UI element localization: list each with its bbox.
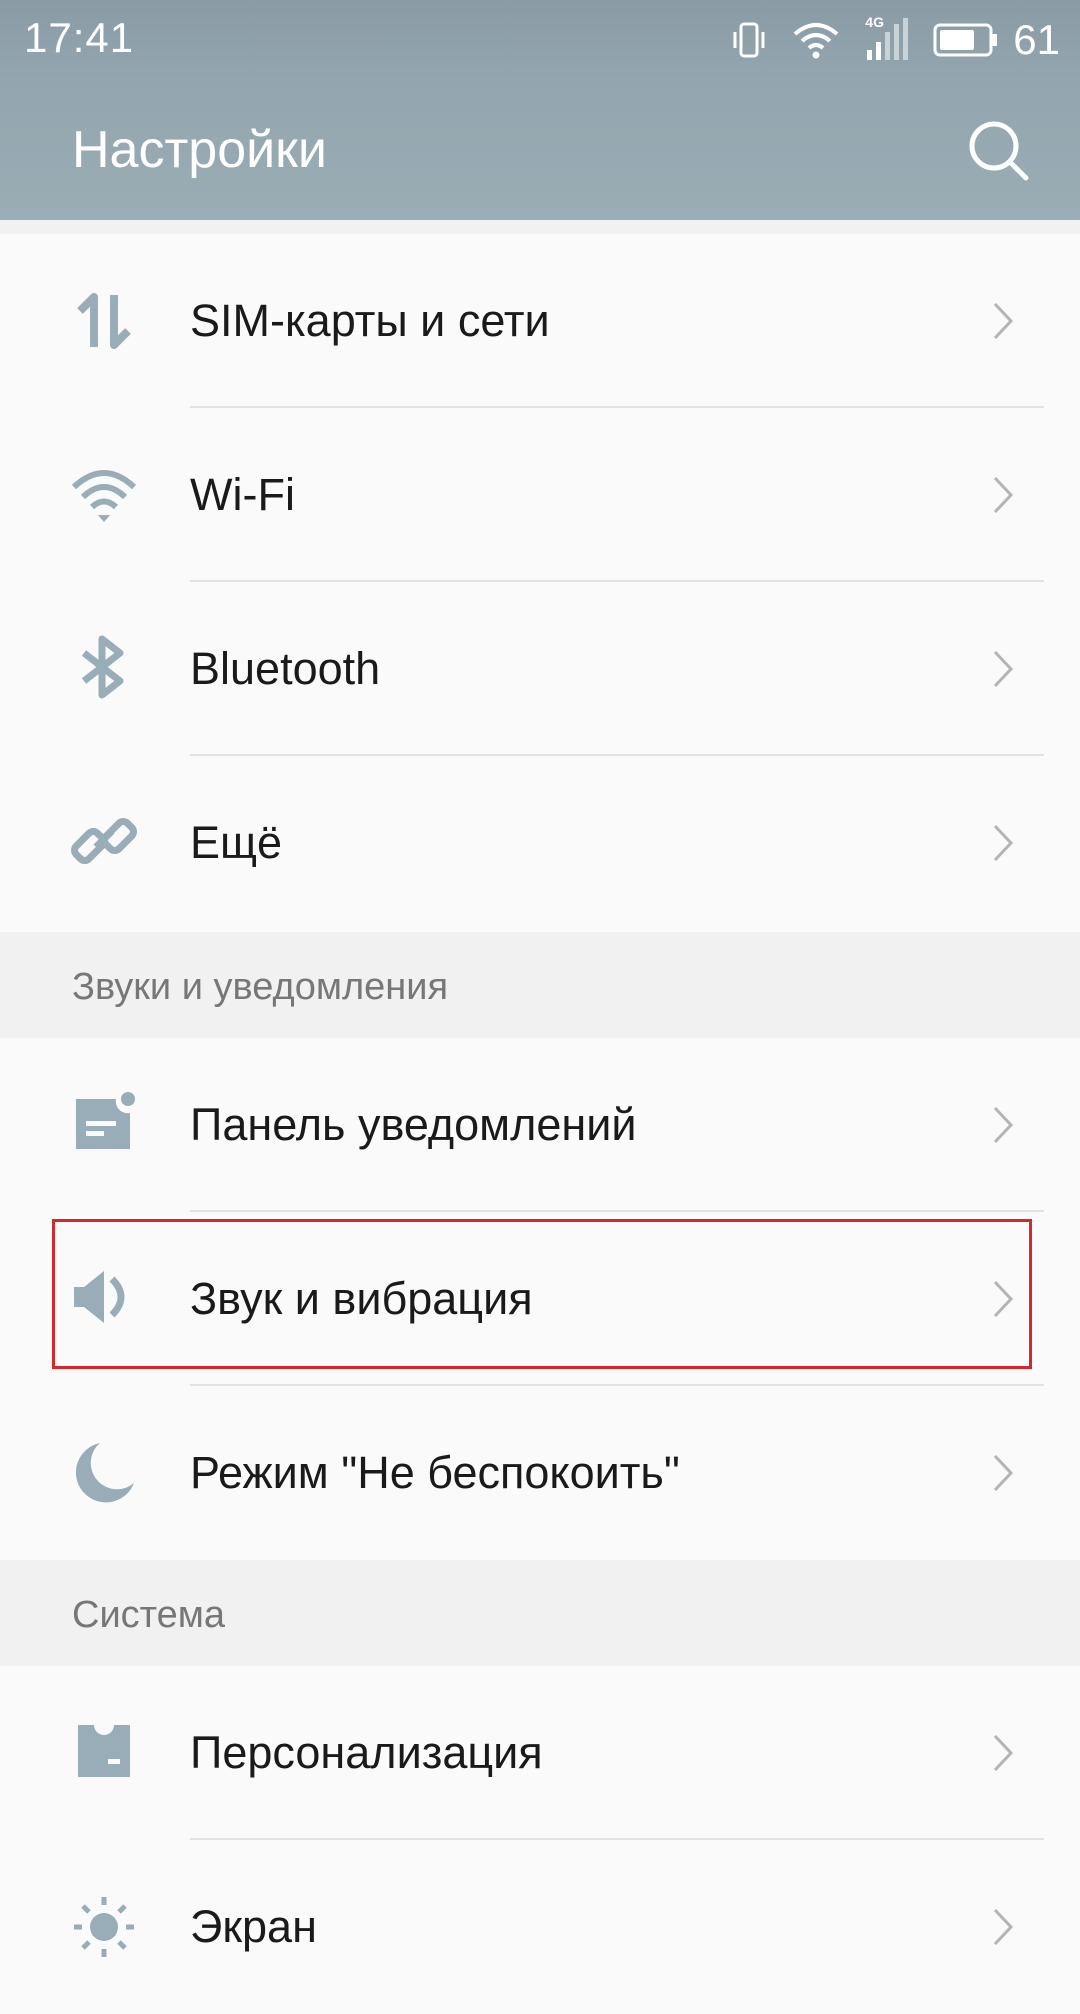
- settings-item-bluetooth[interactable]: Bluetooth: [0, 582, 1080, 756]
- signal-icon: [867, 18, 909, 60]
- settings-item-label: Режим "Не беспокоить": [190, 1447, 680, 1498]
- settings-item-notification-panel[interactable]: Панель уведомлений: [0, 1038, 1080, 1212]
- chevron-right-icon: [993, 1106, 1014, 1144]
- search-button[interactable]: [960, 112, 1036, 188]
- signal-indicator: 4G: [863, 14, 911, 62]
- search-icon: [969, 121, 1029, 181]
- settings-item-label: SIM-карты и сети: [190, 295, 550, 346]
- brightness-icon: [70, 1897, 138, 1957]
- chevron-right-icon: [993, 302, 1014, 340]
- chevron-right-icon: [993, 1454, 1014, 1492]
- chevron-right-icon: [993, 1908, 1014, 1946]
- battery-level: 61: [1013, 16, 1060, 63]
- section-header-sounds: Звуки и уведомления: [0, 932, 1080, 1038]
- personalization-icon: [70, 1723, 138, 1783]
- chevron-right-icon: [993, 650, 1014, 688]
- chevron-right-icon: [993, 824, 1014, 862]
- highlight-box: [52, 1219, 1032, 1369]
- settings-item-sim[interactable]: SIM-карты и сети: [0, 234, 1080, 408]
- wifi-icon: [70, 465, 138, 525]
- settings-item-label: Экран: [190, 1901, 317, 1952]
- settings-item-display[interactable]: Экран: [0, 1840, 1080, 2014]
- chevron-right-icon: [993, 1734, 1014, 1772]
- moon-icon: [70, 1443, 138, 1503]
- battery-icon: [933, 23, 998, 57]
- page-title: Настройки: [72, 121, 327, 179]
- settings-item-do-not-disturb[interactable]: Режим "Не беспокоить": [0, 1386, 1080, 1560]
- bluetooth-icon: [70, 635, 138, 699]
- status-time: 17:41: [24, 14, 135, 61]
- network-group: SIM-карты и сети Wi-Fi Bluetooth Ещё: [0, 234, 1080, 930]
- settings-item-label: Wi-Fi: [190, 469, 295, 520]
- notification-panel-icon: [70, 1092, 138, 1155]
- section-title: Система: [72, 1594, 226, 1636]
- section-header-cut: [0, 220, 1080, 234]
- wifi-icon: [793, 23, 839, 59]
- app-bar: Настройки: [0, 80, 1080, 220]
- chevron-right-icon: [993, 476, 1014, 514]
- settings-item-label: Ещё: [190, 817, 283, 868]
- settings-item-label: Панель уведомлений: [190, 1099, 637, 1150]
- status-icons: 4G 61: [707, 14, 1060, 66]
- settings-item-label: Bluetooth: [190, 643, 381, 694]
- sim-transfer-icon: [70, 291, 138, 351]
- vibrate-icon: [733, 22, 765, 58]
- settings-item-label: Персонализация: [190, 1727, 543, 1778]
- section-header-system: Система: [0, 1560, 1080, 1666]
- system-group: Персонализация Экран: [0, 1666, 1080, 2014]
- settings-item-more[interactable]: Ещё: [0, 756, 1080, 930]
- status-bar: 17:41 4G 61: [0, 0, 1080, 80]
- section-title: Звуки и уведомления: [72, 966, 449, 1008]
- link-icon: [70, 813, 138, 873]
- settings-item-wifi[interactable]: Wi-Fi: [0, 408, 1080, 582]
- settings-item-personalization[interactable]: Персонализация: [0, 1666, 1080, 1840]
